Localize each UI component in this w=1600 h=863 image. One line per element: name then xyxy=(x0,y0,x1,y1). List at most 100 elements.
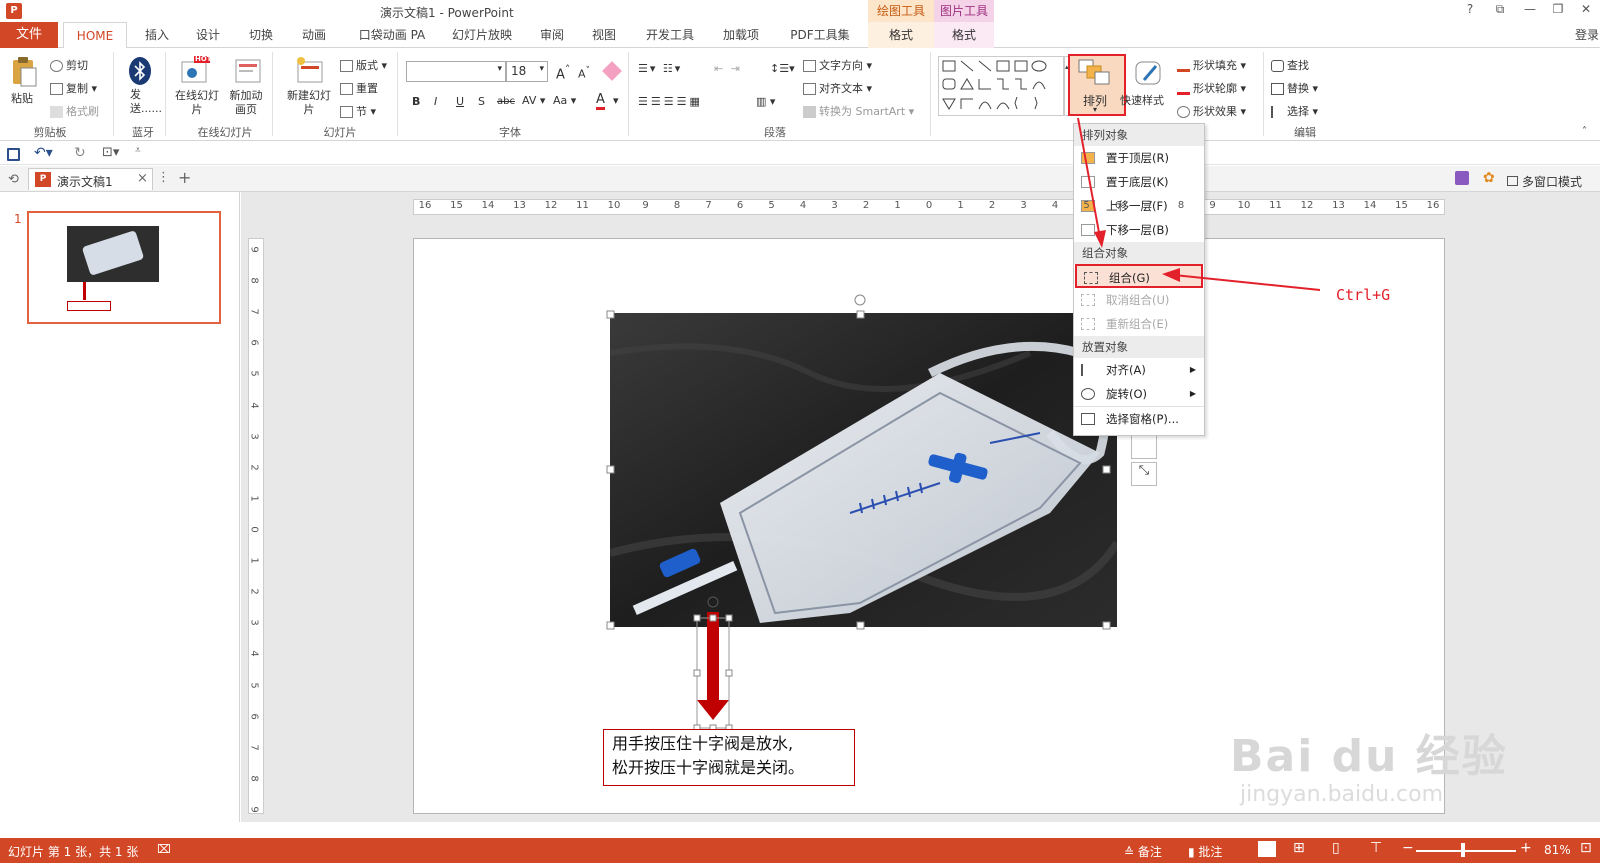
slide-thumbnail[interactable] xyxy=(27,211,221,324)
powerpoint-app-icon[interactable]: P xyxy=(6,3,22,19)
collapse-ribbon-icon[interactable]: ˄ xyxy=(1582,126,1587,137)
copy-button[interactable]: 复制 ▾ xyxy=(50,80,97,96)
zoom-out-icon[interactable]: − xyxy=(1402,840,1414,856)
font-size-combobox[interactable]: 18 ▾ xyxy=(506,61,548,82)
new-slide-button[interactable] xyxy=(295,56,325,89)
menu-rotate[interactable]: 旋转(O) ▶ xyxy=(1074,382,1204,406)
indent-buttons[interactable]: ⇤ ⇥ xyxy=(714,62,742,75)
tab-review[interactable]: 审阅 xyxy=(532,22,572,48)
magic-icon[interactable] xyxy=(1455,171,1469,185)
strikethrough-button[interactable]: abc xyxy=(497,96,515,107)
zoom-slider[interactable] xyxy=(1416,850,1516,852)
red-down-arrow[interactable] xyxy=(693,590,743,740)
settings-gear-icon[interactable]: ✿ xyxy=(1483,170,1495,186)
history-icon[interactable]: ⟲ xyxy=(8,172,19,187)
shape-outline-button[interactable]: 形状轮廓 ▾ xyxy=(1177,80,1246,96)
menu-selection-pane[interactable]: 选择窗格(P)... xyxy=(1074,406,1204,430)
new-tab-icon[interactable]: + xyxy=(178,168,191,187)
spellcheck-icon[interactable]: ⌧ xyxy=(157,842,171,856)
smartart-button[interactable]: 转换为 SmartArt ▾ xyxy=(803,103,914,119)
document-tab[interactable]: P 演示文稿1 × xyxy=(28,168,153,190)
tab-slideshow[interactable]: 幻灯片放映 xyxy=(447,22,517,48)
grow-font-button[interactable]: A˄ xyxy=(556,63,570,82)
help-button[interactable]: ? xyxy=(1458,2,1482,20)
shape-fill-button[interactable]: 形状填充 ▾ xyxy=(1177,57,1246,73)
menu-regroup[interactable]: 重新组合(E) xyxy=(1074,312,1204,336)
find-button[interactable]: 查找 xyxy=(1271,57,1309,73)
menu-align[interactable]: 对齐(A) ▶ xyxy=(1074,358,1204,382)
underline-button[interactable]: U xyxy=(456,95,464,108)
font-name-combobox[interactable]: ▾ xyxy=(406,61,506,82)
ribbon-display-button[interactable]: ⧉ xyxy=(1488,2,1512,20)
zoom-slider-thumb[interactable] xyxy=(1461,843,1465,857)
tab-view[interactable]: 视图 xyxy=(584,22,624,48)
reading-view-icon[interactable]: ▯ xyxy=(1332,840,1340,856)
ruler-tick-label: 11 xyxy=(576,200,589,211)
cut-button[interactable]: 剪切 xyxy=(50,57,88,73)
slideshow-from-start-icon[interactable]: ⊡▾ xyxy=(102,145,119,160)
char-spacing-button[interactable]: AV ▾ xyxy=(522,94,545,107)
tab-addins[interactable]: 加载项 xyxy=(716,22,766,48)
maximize-button[interactable]: ❐ xyxy=(1546,2,1570,20)
change-case-button[interactable]: Aa ▾ xyxy=(553,94,576,107)
tab-design[interactable]: 设计 xyxy=(188,22,228,48)
tab-menu-icon[interactable]: ⋮ xyxy=(157,170,170,185)
tab-pdf-tools[interactable]: PDF工具集 xyxy=(785,22,855,48)
signin-link[interactable]: 登录 xyxy=(1575,26,1599,43)
normal-view-icon[interactable] xyxy=(1258,841,1276,857)
text-direction-button[interactable]: 文字方向 ▾ xyxy=(803,57,872,73)
fit-slide-icon[interactable]: ⊡ xyxy=(1580,840,1592,856)
section-icon xyxy=(340,106,353,118)
line-spacing-button[interactable]: ↕☰▾ xyxy=(770,62,795,75)
font-color-dropdown[interactable]: ▾ xyxy=(613,94,619,107)
resize-icon[interactable]: ⤡ xyxy=(1131,462,1157,486)
tab-developer[interactable]: 开发工具 xyxy=(640,22,700,48)
reset-button[interactable]: 重置 xyxy=(340,80,378,96)
tab-insert[interactable]: 插入 xyxy=(137,22,177,48)
tab-pocket-animation[interactable]: 口袋动画 PA xyxy=(352,22,432,48)
bold-button[interactable]: B xyxy=(412,95,420,108)
notes-button[interactable]: ≙ 备注 xyxy=(1124,843,1162,860)
photo-selection-handles[interactable] xyxy=(600,292,1130,632)
save-icon[interactable] xyxy=(7,148,20,161)
tab-home[interactable]: HOME xyxy=(63,22,127,49)
multi-window-button[interactable]: 多窗口模式 xyxy=(1507,173,1582,190)
slide-sorter-icon[interactable]: ⊞ xyxy=(1293,840,1305,856)
font-color-button[interactable]: A xyxy=(596,93,605,110)
new-animation-page-button[interactable] xyxy=(234,56,262,89)
zoom-level[interactable]: 81% xyxy=(1544,843,1571,857)
tab-drawing-format[interactable]: 格式 xyxy=(868,22,934,48)
align-text-button[interactable]: 对齐文本 ▾ xyxy=(803,80,872,96)
minimize-button[interactable]: — xyxy=(1518,2,1542,20)
shrink-font-button[interactable]: A˅ xyxy=(578,65,590,81)
zoom-in-icon[interactable]: + xyxy=(1520,840,1532,856)
shapes-gallery[interactable] xyxy=(938,56,1064,116)
close-button[interactable]: ✕ xyxy=(1574,2,1598,20)
layout-button[interactable]: 版式 ▾ xyxy=(340,57,387,73)
columns-button[interactable]: ▥ ▾ xyxy=(756,95,775,108)
comments-button[interactable]: ▮ 批注 xyxy=(1188,843,1222,860)
ruler-tick-label: 9 xyxy=(642,200,649,211)
slideshow-view-icon[interactable]: ⊤ xyxy=(1370,840,1382,856)
redo-icon[interactable]: ↻ xyxy=(74,145,86,161)
paste-button[interactable] xyxy=(10,56,38,91)
tab-picture-format[interactable]: 格式 xyxy=(934,22,994,48)
caption-textbox[interactable]: 用手按压住十字阀是放水, 松开按压十字阀就是关闭。 xyxy=(603,729,855,786)
close-tab-icon[interactable]: × xyxy=(137,171,148,186)
replace-button[interactable]: 替换 ▾ xyxy=(1271,80,1318,96)
tab-file[interactable]: 文件 xyxy=(0,22,58,48)
undo-icon[interactable]: ↶▾ xyxy=(34,145,53,161)
format-painter-button[interactable]: 格式刷 xyxy=(50,103,99,119)
tab-transitions[interactable]: 切换 xyxy=(241,22,281,48)
align-buttons[interactable]: ☰☰☰☰▦ xyxy=(638,95,703,108)
italic-button[interactable]: I xyxy=(434,95,437,108)
quick-styles-button[interactable] xyxy=(1134,58,1164,91)
customize-qat-icon[interactable]: ⩡ xyxy=(135,145,141,156)
shadow-button[interactable]: S xyxy=(478,95,485,108)
bluetooth-send-button[interactable] xyxy=(128,56,152,89)
bullets-button[interactable]: ☰▾ ☷▾ xyxy=(638,62,682,75)
layout-options-icon[interactable] xyxy=(1131,435,1157,459)
section-button[interactable]: 节 ▾ xyxy=(340,103,376,119)
group-label-clipboard: 剪贴板 xyxy=(33,126,67,139)
tab-animations[interactable]: 动画 xyxy=(294,22,334,48)
